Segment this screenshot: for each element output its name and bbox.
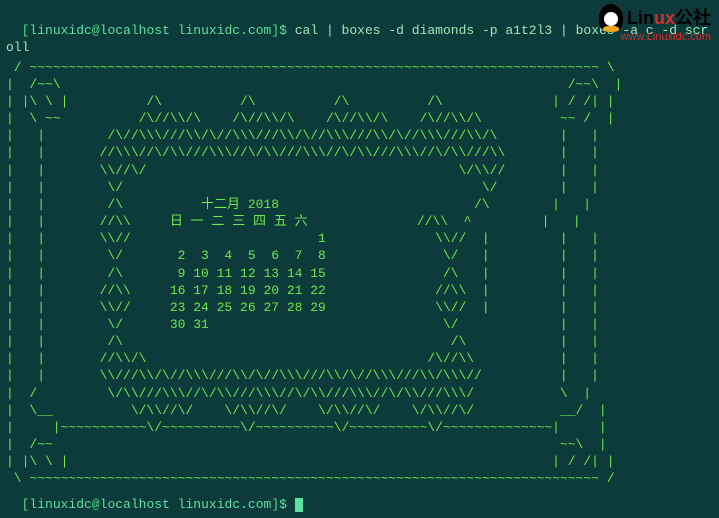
prompt-symbol: $ [279,23,287,38]
prompt-path: linuxidc.com [178,23,272,38]
ascii-output: / ~~~~~~~~~~~~~~~~~~~~~~~~~~~~~~~~~~~~~~… [6,59,713,488]
prompt-path: linuxidc.com [178,497,272,512]
prompt-symbol: $ [279,497,287,512]
prompt-user: linuxidc [29,23,91,38]
prompt-user: linuxidc [29,497,91,512]
prompt-at: @ [92,497,100,512]
prompt-line-2[interactable]: [linuxidc@localhost linuxidc.com]$ [6,479,303,514]
prompt-close-bracket: ] [271,23,279,38]
prompt-close-bracket: ] [271,497,279,512]
prompt-host: localhost [100,497,170,512]
prompt-host: localhost [100,23,170,38]
prompt-at: @ [92,23,100,38]
cursor-icon [295,498,303,512]
prompt-line-1[interactable]: [linuxidc@localhost linuxidc.com]$ cal |… [6,4,713,57]
